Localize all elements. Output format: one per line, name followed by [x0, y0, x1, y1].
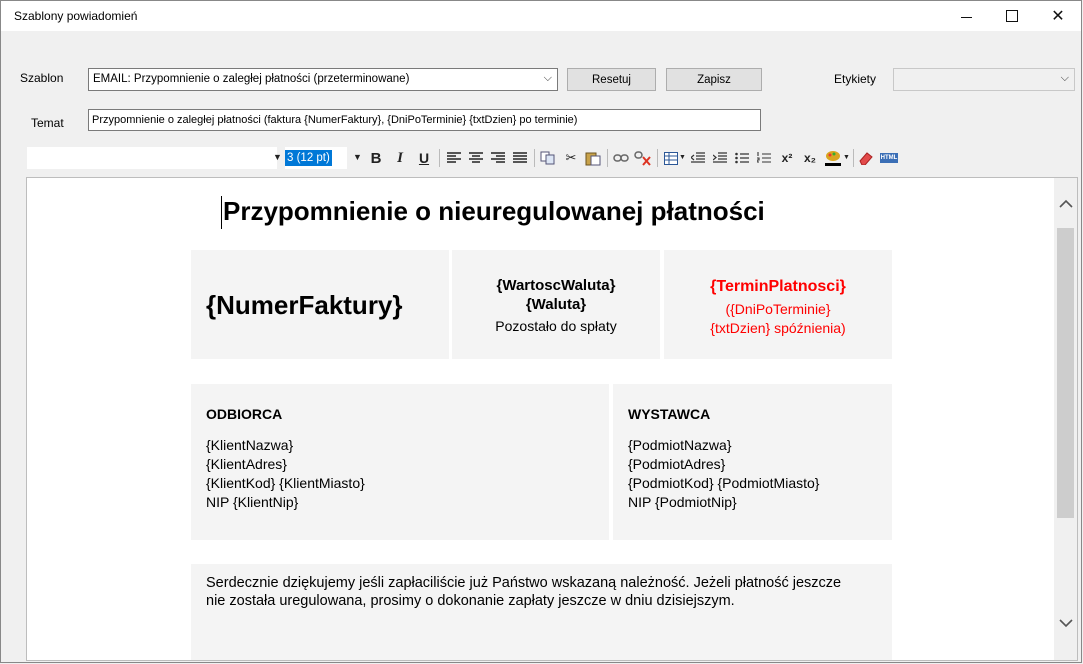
align-justify-icon[interactable] [511, 148, 529, 168]
cut-icon[interactable]: ✂ [562, 148, 580, 168]
paste-icon[interactable] [584, 148, 602, 168]
toolbar-separator [853, 149, 854, 167]
text-caret [221, 196, 222, 229]
subscript-button[interactable]: x₂ [801, 148, 819, 168]
issuer-details: {PodmiotNazwa} {PodmiotAdres} {PodmiotKo… [628, 436, 819, 512]
issuer-address: {PodmiotAdres} [628, 456, 726, 472]
labels-select[interactable]: ⌵ [893, 68, 1075, 91]
align-left-icon[interactable] [445, 148, 463, 168]
align-center-icon[interactable] [467, 148, 485, 168]
font-select[interactable] [27, 147, 277, 169]
invoice-number: {NumerFaktury} [206, 290, 403, 320]
amount-caption: Pozostało do spłaty [495, 318, 617, 334]
labels-label: Etykiety [834, 72, 877, 86]
amount-line2: {Waluta} [525, 296, 587, 313]
indent-icon[interactable] [711, 148, 729, 168]
recipient-address: {KlientAdres} [206, 456, 287, 472]
font-size-value: 3 (12 pt) [285, 150, 332, 166]
toolbar-separator [607, 149, 608, 167]
issuer-heading: WYSTAWCA [628, 406, 711, 422]
thanks-paragraph: Serdecznie dziękujemy jeśli zapłaciliści… [206, 575, 842, 609]
table-icon[interactable] [662, 148, 680, 168]
chevron-up-icon[interactable] [1054, 186, 1077, 220]
recipient-details: {KlientNazwa} {KlientAdres} {KlientKod} … [206, 436, 365, 512]
copy-icon[interactable] [539, 148, 557, 168]
text-color-icon[interactable] [824, 148, 842, 168]
numbered-list-icon[interactable] [755, 148, 773, 168]
reset-button[interactable]: Resetuj [567, 68, 656, 91]
font-size-dropdown-icon[interactable]: ▼ [353, 152, 362, 162]
outdent-icon[interactable] [689, 148, 707, 168]
issuer-city: {PodmiotKod} {PodmiotMiasto} [628, 475, 820, 491]
maximize-button[interactable] [989, 1, 1035, 31]
window-title: Szablony powiadomień [14, 9, 138, 23]
chevron-down-icon: ⌵ [1060, 72, 1069, 84]
align-right-icon[interactable] [489, 148, 507, 168]
issuer-nip: NIP {PodmiotNip} [628, 494, 737, 510]
due-date-cell: {TerminPlatnosci} ({DniPoTerminie} {txtD… [664, 250, 892, 359]
recipient-city: {KlientKod} {KlientMiasto} [206, 475, 365, 491]
invoice-number-cell: {NumerFaktury} [191, 250, 449, 359]
text-color-dropdown-icon[interactable]: ▼ [843, 154, 850, 161]
chevron-down-icon[interactable] [1054, 606, 1077, 640]
minimize-icon [960, 16, 972, 18]
due-date: {TerminPlatnosci} [710, 278, 846, 295]
chevron-down-icon: ⌵ [543, 72, 552, 84]
bullet-list-icon[interactable] [733, 148, 751, 168]
superscript-button[interactable]: x² [778, 148, 796, 168]
notification-templates-window: Szablony powiadomień ✕ Szablon EMAIL: Pr… [0, 0, 1082, 663]
save-button[interactable]: Zapisz [666, 68, 762, 91]
recipient-cell: ODBIORCA {KlientNazwa} {KlientAdres} {Kl… [191, 384, 609, 540]
table-dropdown-icon[interactable]: ▼ [679, 154, 686, 161]
close-button[interactable]: ✕ [1035, 1, 1081, 31]
toolbar-separator [439, 149, 440, 167]
template-select-value: EMAIL: Przypomnienie o zaległej płatnośc… [93, 73, 410, 85]
html-icon: HTML [879, 153, 899, 163]
scrollbar-thumb[interactable] [1057, 228, 1074, 518]
recipient-nip: NIP {KlientNip} [206, 494, 299, 510]
html-editor-area[interactable]: Przypomnienie o nieuregulowanej płatnośc… [26, 177, 1078, 661]
close-icon: ✕ [1051, 8, 1065, 25]
amount-line1: {WartoscWaluta} [496, 277, 616, 294]
template-select[interactable]: EMAIL: Przypomnienie o zaległej płatnośc… [88, 68, 558, 91]
bold-button[interactable]: B [367, 148, 385, 168]
overdue-line1: ({DniPoTerminie} [725, 301, 831, 317]
recipient-heading: ODBIORCA [206, 406, 283, 422]
unlink-icon[interactable] [634, 148, 652, 168]
font-dropdown-icon[interactable]: ▼ [273, 152, 282, 162]
issuer-name: {PodmiotNazwa} [628, 437, 732, 453]
editor-toolbar: ▼ 3 (12 pt) ▼ B I U ✂ ▼ x² x₂ ▼ HTML [27, 144, 1063, 172]
overdue-line2: {txtDzien} spóźnienia) [710, 320, 846, 336]
link-icon[interactable] [612, 148, 630, 168]
recipient-name: {KlientNazwa} [206, 437, 294, 453]
html-source-button[interactable]: HTML [879, 148, 899, 168]
title-bar: Szablony powiadomień ✕ [1, 1, 1081, 31]
italic-button[interactable]: I [391, 148, 409, 168]
editor-vertical-scrollbar[interactable] [1054, 178, 1077, 660]
subject-label: Temat [31, 116, 64, 130]
template-label: Szablon [20, 71, 64, 85]
document-title: Przypomnienie o nieuregulowanej płatnośc… [223, 196, 765, 226]
subject-input[interactable]: Przypomnienie o zaległej płatności (fakt… [88, 109, 761, 131]
issuer-cell: WYSTAWCA {PodmiotNazwa} {PodmiotAdres} {… [613, 384, 892, 540]
maximize-icon [1006, 10, 1018, 22]
toolbar-separator [534, 149, 535, 167]
underline-button[interactable]: U [415, 148, 433, 168]
message-cell: Serdecznie dziękujemy jeśli zapłaciliści… [191, 564, 892, 660]
minimize-button[interactable] [943, 1, 989, 31]
amount-cell: {WartoscWaluta} {Waluta} Pozostało do sp… [452, 250, 660, 359]
toolbar-separator [657, 149, 658, 167]
font-size-select[interactable]: 3 (12 pt) [285, 147, 347, 169]
eraser-icon[interactable] [857, 148, 875, 168]
